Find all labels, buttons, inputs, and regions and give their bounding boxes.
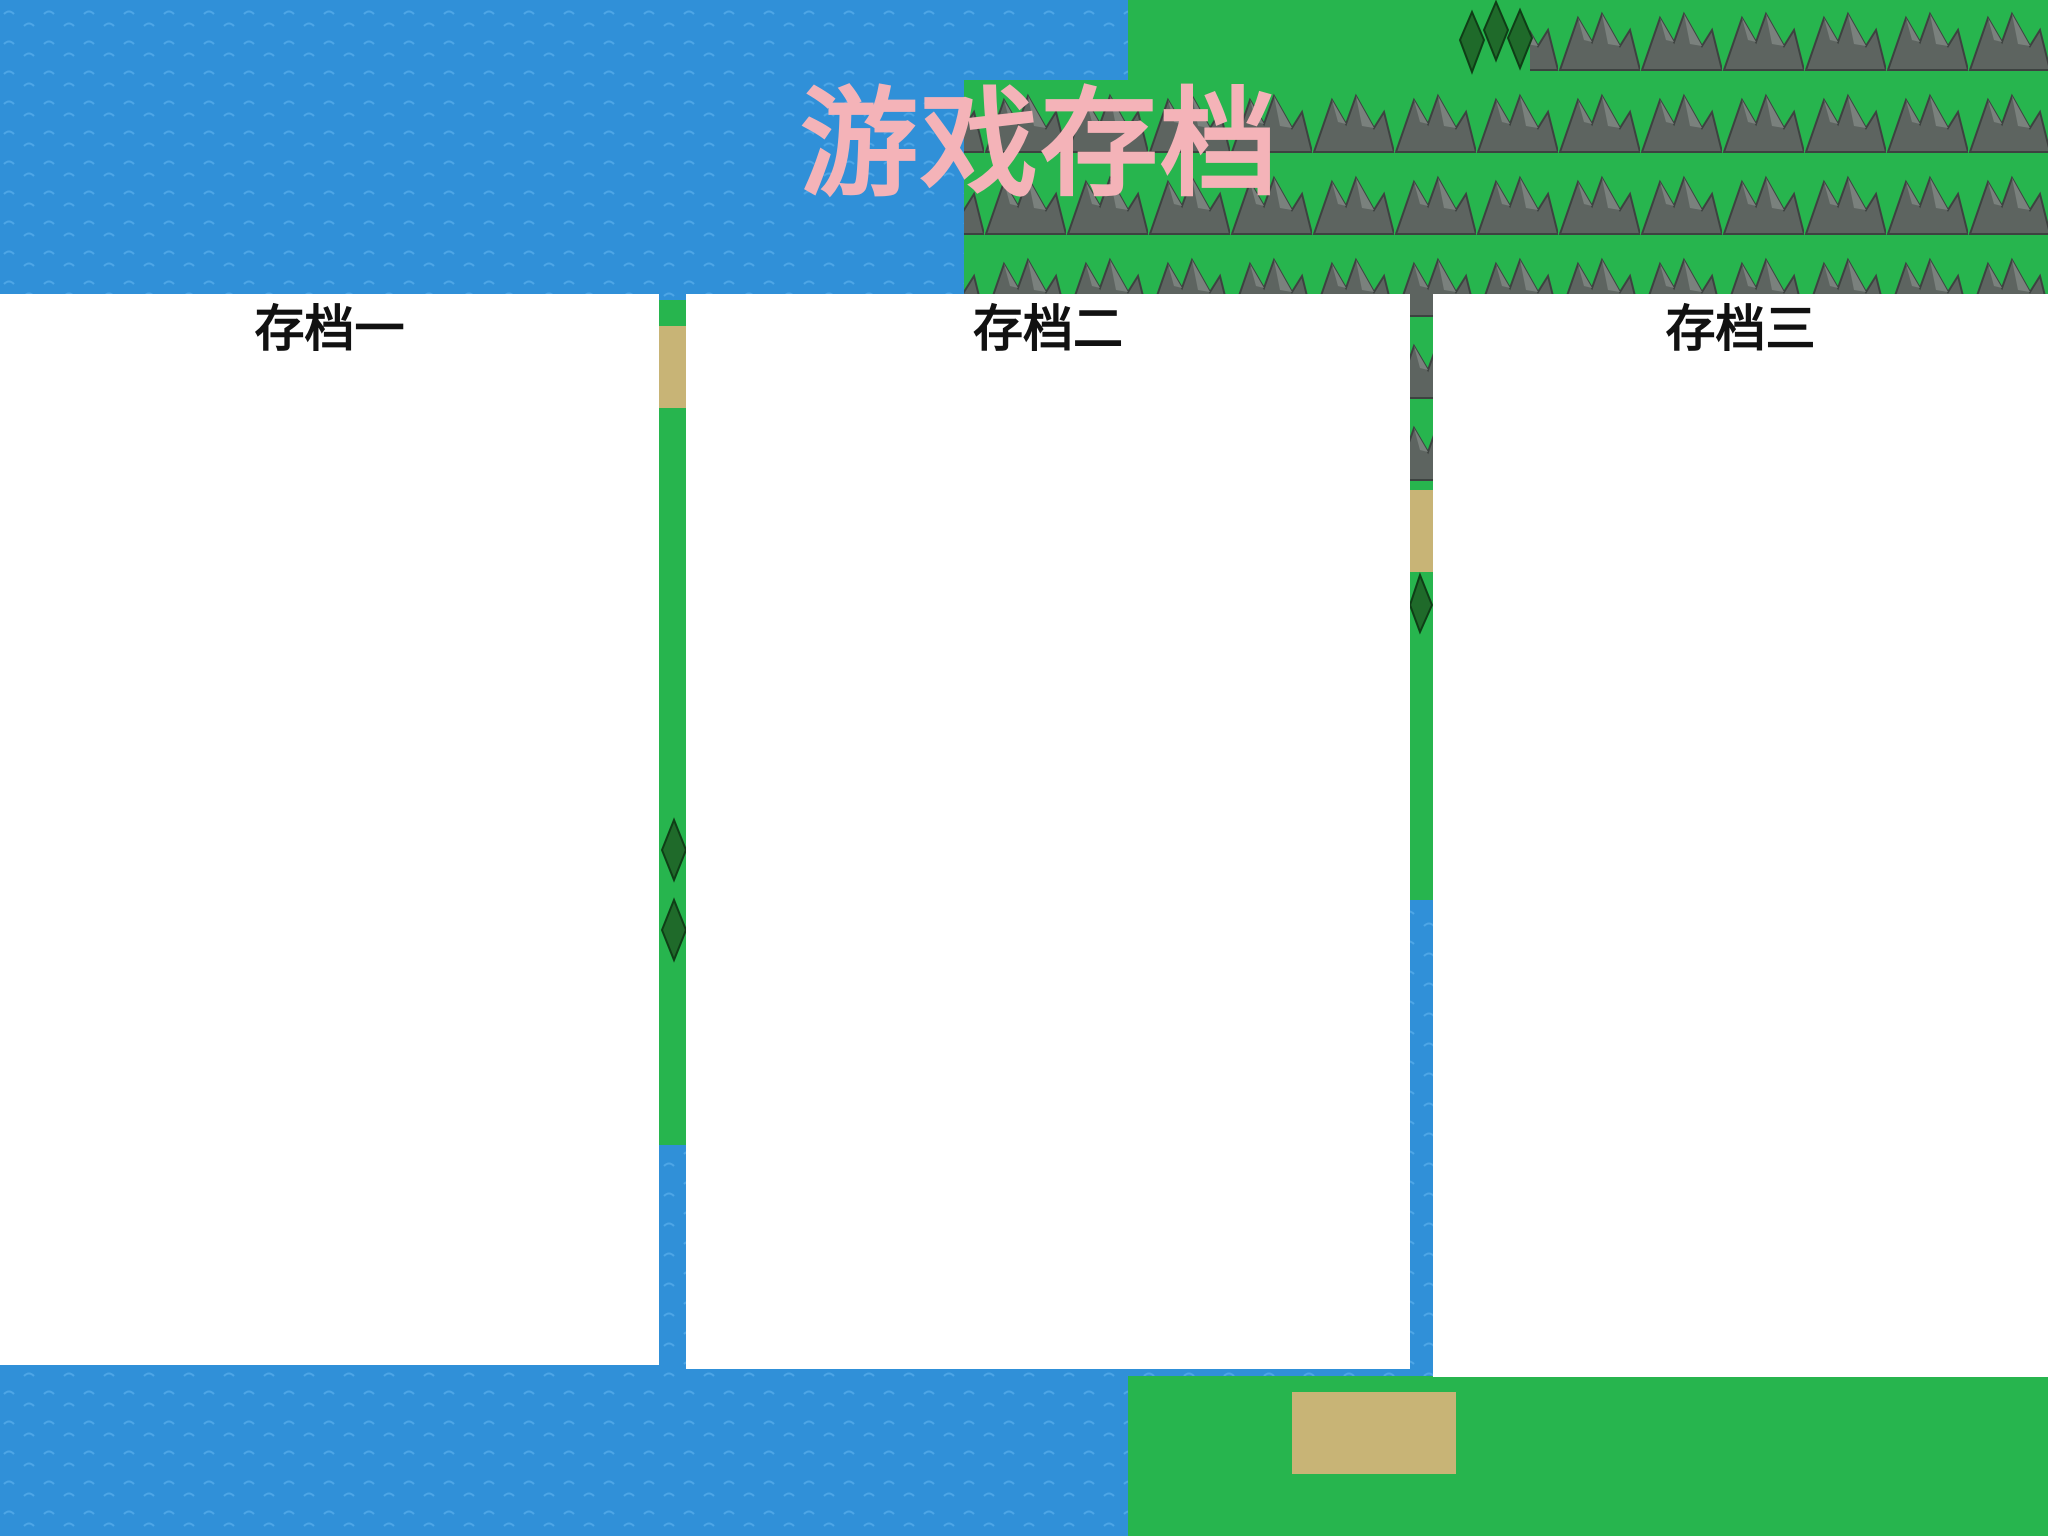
save-slot-3-label: 存档三	[1665, 300, 1816, 358]
save-slot-1[interactable]: 存档一	[0, 294, 659, 1365]
save-slot-3[interactable]: 存档三	[1433, 294, 2048, 1377]
save-slot-1-label: 存档一	[254, 300, 405, 358]
page-title: 游戏存档	[799, 75, 1280, 213]
save-slot-2[interactable]: 存档二	[686, 294, 1410, 1369]
save-slot-2-label: 存档二	[973, 300, 1123, 358]
